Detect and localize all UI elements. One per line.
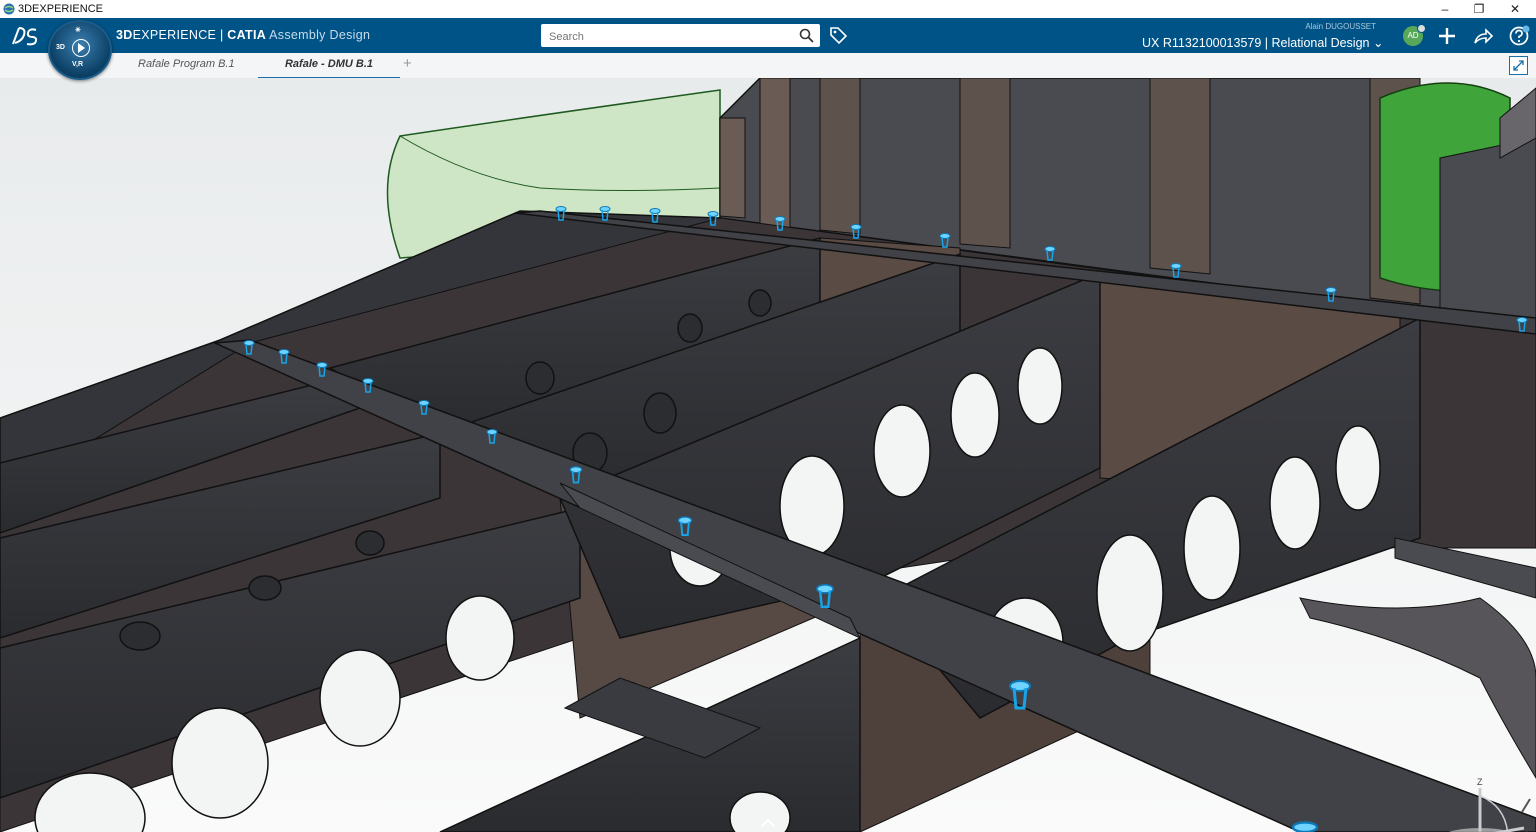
window-titlebar: 3DEXPERIENCE – ❐ ✕ [0, 0, 1536, 18]
restore-button[interactable]: ❐ [1461, 0, 1497, 18]
fastener-icon[interactable] [649, 208, 661, 224]
brand-3d: 3D [116, 28, 133, 42]
assembly-scene [0, 78, 1536, 832]
fastener-icon[interactable] [362, 378, 374, 394]
fastener-icon[interactable] [486, 429, 498, 445]
tab-rafale-program[interactable]: Rafale Program B.1 [138, 53, 235, 77]
search-box[interactable] [541, 24, 820, 47]
fastener-icon[interactable] [1007, 680, 1033, 712]
search-icon[interactable] [799, 28, 814, 43]
context-selector[interactable]: UX R1132100013579 | Relational Design ⌄ [1142, 35, 1383, 50]
compass-north: ✳ [75, 27, 81, 34]
user-avatar[interactable]: AD [1403, 24, 1426, 46]
pen-icon[interactable] [1519, 796, 1533, 814]
app-brand: 3DEXPERIENCE | CATIA Assembly Design [116, 28, 370, 42]
search-input[interactable] [547, 27, 791, 46]
fastener-icon[interactable] [243, 340, 255, 356]
ds-logo-icon[interactable] [10, 24, 42, 48]
add-tab-button[interactable]: + [403, 55, 412, 72]
chevron-up-icon[interactable] [758, 816, 778, 830]
fastener-icon[interactable] [569, 466, 583, 485]
help-icon[interactable] [1508, 25, 1530, 47]
fastener-icon[interactable] [1044, 246, 1056, 262]
fastener-icon[interactable] [278, 349, 290, 365]
chevron-down-icon: ⌄ [1372, 36, 1384, 50]
tab-bar: Rafale Program B.1 Rafale - DMU B.1 + [0, 53, 1536, 79]
minimize-button[interactable]: – [1427, 0, 1463, 18]
fastener-icon[interactable] [815, 584, 835, 610]
window-title: 3DEXPERIENCE [18, 3, 103, 15]
context-label: UX R1132100013579 | Relational Design [1142, 36, 1370, 50]
axis-triad[interactable]: Z Y X [1436, 776, 1532, 832]
maximize-icon[interactable] [1509, 56, 1528, 75]
fastener-icon[interactable] [418, 400, 430, 416]
compass-play-icon[interactable] [72, 39, 90, 57]
avatar-initials: AD [1407, 31, 1419, 40]
fastener-icon[interactable] [316, 362, 328, 378]
status-dot [1417, 24, 1426, 33]
brand-experience: EXPERIENCE [132, 28, 217, 42]
axis-z-label: Z [1477, 777, 1483, 787]
axis-y-label: Y [1524, 826, 1530, 832]
user-name: Alain DUGOUSSET [1305, 22, 1376, 31]
share-icon[interactable] [1472, 25, 1494, 47]
brand-app: Assembly Design [269, 28, 371, 42]
tag-icon[interactable] [828, 25, 848, 45]
fastener-icon[interactable] [677, 516, 693, 538]
3d-viewport[interactable]: Z Y X [0, 78, 1536, 832]
app-globe-icon [3, 3, 15, 15]
fastener-icon[interactable] [1325, 287, 1337, 303]
add-icon[interactable] [1436, 25, 1458, 47]
fastener-icon[interactable] [1516, 317, 1528, 333]
compass-widget[interactable]: ✳ 3D V,R [48, 20, 112, 80]
fastener-icon[interactable] [939, 233, 951, 249]
top-bar: 3DEXPERIENCE | CATIA Assembly Design Ala… [0, 18, 1536, 53]
close-button[interactable]: ✕ [1497, 0, 1533, 18]
fastener-icon[interactable] [1170, 263, 1182, 279]
brand-product: CATIA [227, 28, 267, 42]
compass-left: 3D [56, 44, 65, 51]
tab-rafale-dmu[interactable]: Rafale - DMU B.1 [258, 53, 400, 79]
brand-separator: | [216, 28, 228, 42]
fastener-icon[interactable] [1290, 820, 1320, 832]
fastener-icon[interactable] [599, 206, 611, 222]
fastener-icon[interactable] [774, 216, 786, 232]
compass-bottom: V,R [72, 61, 84, 68]
fastener-icon[interactable] [707, 211, 719, 227]
fastener-icon[interactable] [850, 224, 862, 240]
fastener-icon[interactable] [555, 206, 567, 222]
